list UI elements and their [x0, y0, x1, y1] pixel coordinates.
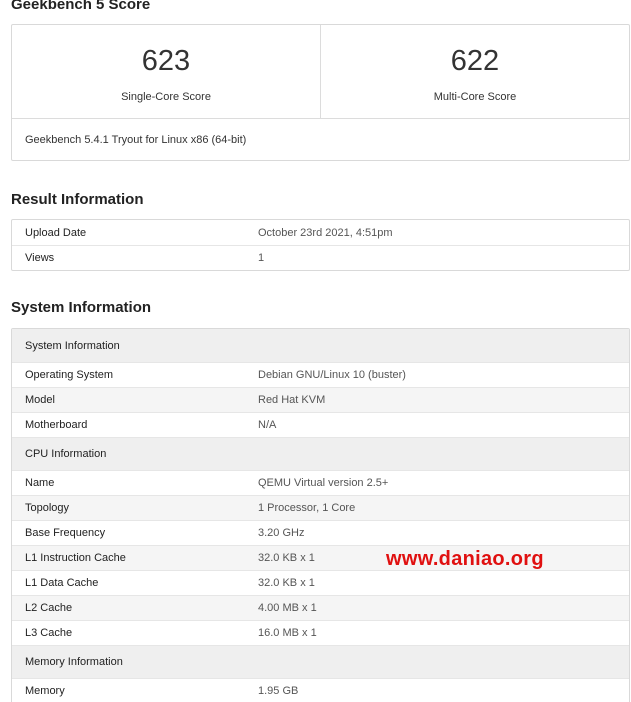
row-value: Debian GNU/Linux 10 (buster)	[258, 369, 406, 381]
row-key: Base Frequency	[25, 527, 106, 539]
section-header-memory: Memory Information	[12, 645, 629, 678]
single-core-score: 623 Single-Core Score	[12, 25, 320, 118]
row-value: 32.0 KB x 1	[258, 577, 315, 589]
row-value: QEMU Virtual version 2.5+	[258, 477, 389, 489]
system-table: System Information Operating System Debi…	[11, 328, 630, 702]
row-value: 16.0 MB x 1	[258, 627, 317, 639]
row-key: Views	[25, 252, 55, 264]
row-key: Memory	[25, 685, 65, 697]
section-header-system: System Information	[12, 329, 629, 362]
row-value: 3.20 GHz	[258, 527, 305, 539]
table-row: Base Frequency 3.20 GHz	[12, 520, 629, 545]
row-value: N/A	[258, 419, 277, 431]
table-row: Operating System Debian GNU/Linux 10 (bu…	[12, 362, 629, 387]
row-value: 1	[258, 252, 265, 264]
row-key: Upload Date	[25, 226, 87, 239]
section-header-cpu: CPU Information	[12, 437, 629, 470]
row-key: Name	[25, 477, 55, 489]
table-row: Motherboard N/A	[12, 412, 629, 437]
row-value: October 23rd 2021, 4:51pm	[258, 226, 393, 239]
row-value: 1.95 GB	[258, 685, 299, 697]
row-key: L1 Data Cache	[25, 577, 99, 589]
table-row: Topology 1 Processor, 1 Core	[12, 495, 629, 520]
row-key: L3 Cache	[25, 627, 73, 639]
row-value: Red Hat KVM	[258, 394, 326, 406]
multi-core-value: 622	[450, 45, 500, 77]
result-table: Upload Date October 23rd 2021, 4:51pm Vi…	[11, 219, 630, 271]
multi-core-label: Multi-Core Score	[433, 91, 517, 103]
row-key: Motherboard	[25, 419, 88, 431]
row-value: 4.00 MB x 1	[258, 602, 317, 614]
row-key: Topology	[25, 502, 70, 514]
table-row: L2 Cache 4.00 MB x 1	[12, 595, 629, 620]
single-core-value: 623	[141, 45, 191, 77]
score-card: 623 Single-Core Score 622 Multi-Core Sco…	[11, 24, 630, 161]
table-row: Model Red Hat KVM	[12, 387, 629, 412]
result-information-title: Result Information	[11, 191, 144, 208]
table-row: Memory 1.95 GB	[12, 678, 629, 702]
geekbench-version: Geekbench 5.4.1 Tryout for Linux x86 (64…	[25, 134, 247, 146]
row-key: Operating System	[25, 369, 114, 381]
row-key: L1 Instruction Cache	[25, 552, 126, 564]
multi-core-score: 622 Multi-Core Score	[320, 25, 629, 118]
row-key: L2 Cache	[25, 602, 73, 614]
system-information-title: System Information	[11, 299, 152, 316]
watermark-text: www.daniao.org	[386, 548, 544, 570]
table-row: Name QEMU Virtual version 2.5+	[12, 470, 629, 495]
table-row: Upload Date October 23rd 2021, 4:51pm	[12, 220, 629, 245]
table-row: Views 1	[12, 245, 629, 270]
row-value: 1 Processor, 1 Core	[258, 502, 356, 514]
row-value: 32.0 KB x 1	[258, 552, 315, 564]
row-key: Model	[25, 394, 55, 406]
single-core-label: Single-Core Score	[121, 91, 211, 103]
table-row: L3 Cache 16.0 MB x 1	[12, 620, 629, 645]
geekbench-score-title: Geekbench 5 Score	[11, 0, 151, 13]
table-row: L1 Data Cache 32.0 KB x 1	[12, 570, 629, 595]
